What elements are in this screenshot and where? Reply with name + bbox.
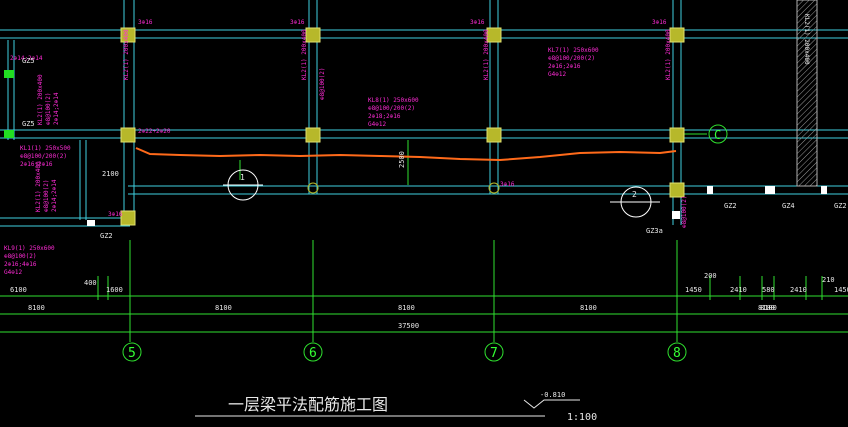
segment-dimension: 400 (84, 279, 97, 287)
rebar-mark: 3⊕16 (500, 181, 515, 188)
gz-label: GZ3a (646, 227, 663, 235)
segment-dimension: 1450 (685, 286, 702, 294)
gz-label: GZ2 (100, 232, 113, 240)
beam-note-line: ⊕8@100/200(2) (368, 105, 415, 112)
gz-label: GZ5 (22, 57, 35, 65)
beam-note-line: 2⊕18;2⊕16 (368, 113, 401, 120)
vertical-note: ⊕8@100(2) (43, 179, 50, 212)
elevation-value: -0.810 (540, 391, 565, 399)
column-rebar-mark: 2⊕22+2⊕20 (138, 128, 171, 135)
column (669, 127, 685, 143)
gz-label: GZ2 (724, 202, 737, 210)
small-circles (307, 182, 500, 194)
small-dimension: 200 (704, 272, 717, 280)
column (120, 210, 136, 226)
gz-label: GZ5 (22, 120, 35, 128)
break-line (135, 147, 677, 162)
vertical-note: KL2(1) 200x400 (123, 29, 130, 80)
beam-note-line: ⊕8@100/200(2) (548, 55, 595, 62)
beam-note-line: 2⊕16;2⊕16 (548, 63, 581, 70)
beam-note-line: ⊕8@100(2) (4, 253, 37, 260)
beam-note-line: G4⊕12 (368, 121, 386, 128)
beam-plan-drawing: 5 6 7 8 C 8100 8100 8100 8100 8100 37500 6100 400 160… (0, 0, 848, 423)
span-dimension: 8100 (758, 304, 775, 312)
segment-dimension: 580 (762, 286, 775, 294)
span-dimension: 8100 (398, 304, 415, 312)
column (305, 27, 321, 43)
vertical-note: ⊕8@100(2) (319, 67, 326, 100)
top-rebar-mark: 3⊕16 (652, 19, 667, 26)
beam-note-line: G4⊕12 (548, 71, 566, 78)
vertical-note: 2⊕14;2⊕14 (53, 92, 60, 125)
cad-drawing-canvas: 5 6 7 8 C 8100 8100 8100 8100 8100 37500 6100 400 160… (0, 0, 848, 427)
axis-lines (0, 133, 848, 342)
axis-label: 7 (490, 346, 498, 361)
beam-note-line: 2⊕16;4⊕16 (4, 261, 37, 268)
small-dimension: 210 (822, 276, 835, 284)
rebar-mark: 3⊕16 (108, 211, 123, 218)
column (120, 127, 136, 143)
axis-label: 6 (309, 346, 317, 361)
axis-label: 5 (128, 346, 136, 361)
vertical-note: KL2(1) 200x400 (665, 29, 672, 80)
top-rebar-mark: 3⊕16 (138, 19, 153, 26)
wall-note: KL2(1) 200x400 (803, 14, 810, 65)
gz-hooks (87, 186, 827, 226)
segment-dimension: 2410 (730, 286, 747, 294)
span-dimension: 8100 (28, 304, 45, 312)
segment-dimension: 2410 (790, 286, 807, 294)
top-rebar-mark: 3⊕16 (470, 19, 485, 26)
beam-note-line: KL1(1) 250x500 (20, 145, 71, 152)
segment-dimension: 1600 (106, 286, 123, 294)
column (486, 127, 502, 143)
small-dimension: 2500 (398, 151, 406, 168)
section-number: 1 (240, 173, 245, 182)
gz-label: GZ4 (782, 202, 795, 210)
gz-markers (4, 70, 14, 138)
beam-note-line: KL7(1) 250x600 (548, 47, 599, 54)
vertical-note: KL2(1) 200x400 (483, 29, 490, 80)
beam-note-line: G4⊕12 (4, 269, 22, 276)
section-number: 2 (632, 190, 637, 199)
vertical-note: KL2(1) 200x400 (301, 29, 308, 80)
column (305, 127, 321, 143)
column (669, 27, 685, 43)
beam-note-line: KL9(1) 250x600 (4, 245, 55, 252)
columns (120, 27, 685, 226)
beam-note-line: ⊕8@100/200(2) (20, 153, 67, 160)
total-dimension: 37500 (398, 322, 419, 330)
vertical-note: 2⊕14;2⊕14 (51, 179, 58, 212)
axis-label: C (714, 128, 721, 142)
gz-label: GZ2 (834, 202, 847, 210)
vertical-note: ⊕8@100(2) (45, 92, 52, 125)
drawing-title: 一层梁平法配筋施工图 (228, 395, 388, 414)
vertical-note: KL2(1) 200x400 (37, 74, 44, 125)
drawing-scale: 1:100 (567, 412, 597, 423)
column (669, 182, 685, 198)
vertical-note: ⊕8@100(2) (681, 195, 688, 228)
span-dimension: 8100 (580, 304, 597, 312)
span-dimension: 8100 (215, 304, 232, 312)
segment-dimension: 1450 (834, 286, 848, 294)
vertical-note: KL2(1) 200x400 (35, 161, 42, 212)
small-dimension: 2100 (102, 170, 119, 178)
top-rebar-mark: 3⊕16 (290, 19, 305, 26)
beam-note-line: KL8(1) 250x600 (368, 97, 419, 104)
segment-dimension: 6100 (10, 286, 27, 294)
elevation-mark (523, 399, 580, 409)
axis-label: 8 (673, 346, 681, 361)
